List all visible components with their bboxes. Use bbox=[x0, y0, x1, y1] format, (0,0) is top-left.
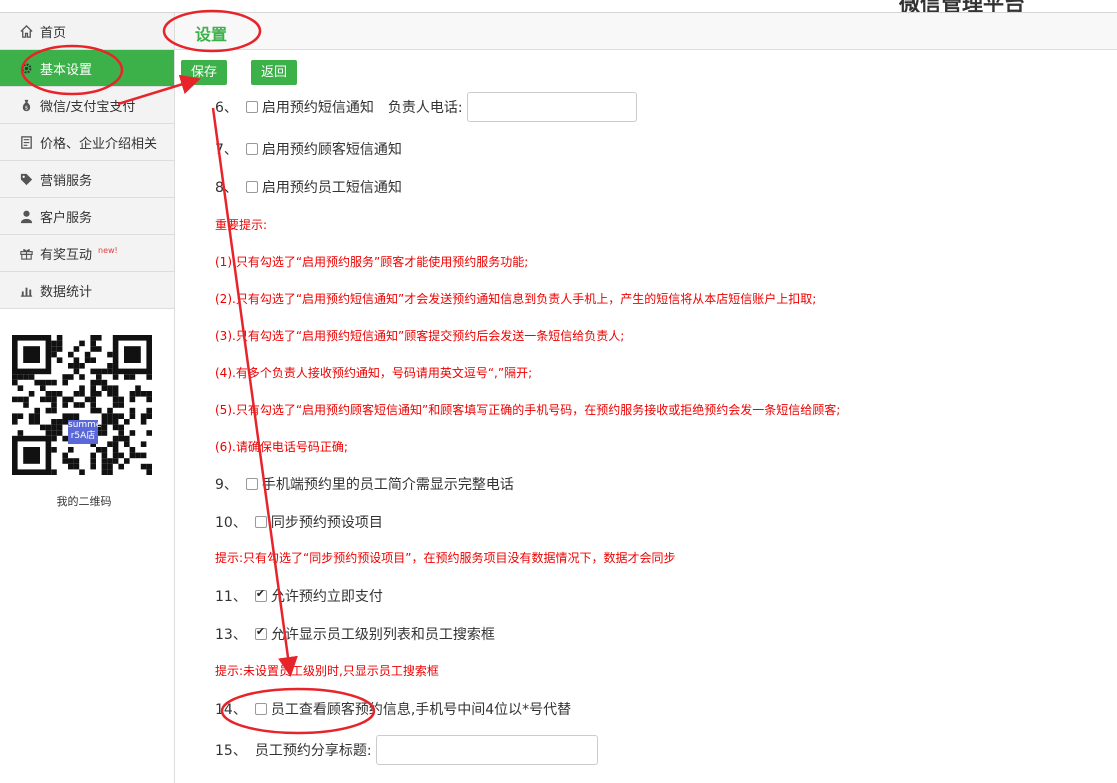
note-3: (3).只有勾选了“启用预约短信通知”顾客提交预约后会发送一条短信给负责人; bbox=[215, 329, 625, 343]
money-bag-icon: $ bbox=[18, 97, 35, 114]
note-4: (4).有多个负责人接收预约通知，号码请用英文逗号“,”隔开; bbox=[215, 366, 533, 380]
tip-staff-level: 提示:未设置员工级别时,只显示员工搜索框 bbox=[215, 664, 439, 678]
item-label: 员工预约分享标题: bbox=[254, 743, 372, 759]
sidebar-item-pricing[interactable]: 价格、企业介绍相关 bbox=[0, 124, 174, 161]
staff-sms-checkbox[interactable] bbox=[245, 181, 258, 193]
tip-sync-preset: 提示:只有勾选了“同步预约预设项目”，在预约服务项目没有数据情况下，数据才会同步 bbox=[215, 551, 676, 565]
setting-row-11: 11、 允许预约立即支付 bbox=[215, 586, 383, 606]
item-label: 启用预约短信通知 bbox=[261, 100, 374, 116]
instant-pay-checkbox[interactable] bbox=[254, 587, 267, 602]
qr-caption: 我的二维码 bbox=[56, 495, 112, 508]
sidebar-item-label: 有奖互动 bbox=[40, 247, 93, 263]
setting-row-9: 9、 手机端预约里的员工简介需显示完整电话 bbox=[215, 474, 514, 494]
item-number: 7、 bbox=[215, 142, 238, 158]
sidebar-item-label: 价格、企业介绍相关 bbox=[40, 136, 158, 152]
main-content: 设置 保存 返回 6、 启用预约短信通知 负责人电话: 7、 启用预约顾客短信通… bbox=[175, 13, 1117, 783]
phone-label: 负责人电话: bbox=[387, 100, 463, 116]
sidebar: 首页 基本设置 $ 微信/支付宝支付 价格、企业介绍相关 营销服务 客户服务 有… bbox=[0, 13, 175, 783]
item-label: 启用预约顾客短信通知 bbox=[261, 142, 402, 158]
note-1: (1).只有勾选了“启用预约服务”顾客才能使用预约服务功能; bbox=[215, 255, 529, 269]
tag-icon bbox=[18, 171, 35, 188]
top-bar: 微信管理平台 bbox=[0, 0, 1117, 13]
setting-row-10: 10、 同步预约预设项目 bbox=[215, 512, 383, 532]
item-label: 同步预约预设项目 bbox=[270, 515, 383, 531]
share-title-input[interactable] bbox=[375, 735, 598, 765]
item-number: 9、 bbox=[215, 477, 238, 493]
sidebar-item-interaction[interactable]: 有奖互动 new! bbox=[0, 235, 174, 272]
document-icon bbox=[18, 134, 35, 151]
setting-row-13: 13、 允许显示员工级别列表和员工搜索框 bbox=[215, 624, 495, 644]
setting-row-15: 15、 员工预约分享标题: bbox=[215, 735, 598, 765]
sidebar-item-statistics[interactable]: 数据统计 bbox=[0, 272, 174, 309]
item-number: 8、 bbox=[215, 180, 238, 196]
note-2: (2).只有勾选了“启用预约短信通知”才会发送预约通知信息到负责人手机上，产生的… bbox=[215, 292, 817, 306]
home-icon bbox=[18, 23, 35, 40]
sidebar-item-label: 数据统计 bbox=[40, 284, 93, 300]
item-label: 允许显示员工级别列表和员工搜索框 bbox=[270, 627, 495, 643]
item-number: 14、 bbox=[215, 702, 247, 718]
item-number: 11、 bbox=[215, 589, 247, 605]
bar-chart-icon bbox=[18, 282, 35, 299]
qr-center-label: summe r5A店 bbox=[68, 420, 101, 444]
sidebar-item-payment[interactable]: $ 微信/支付宝支付 bbox=[0, 87, 174, 124]
sidebar-item-home[interactable]: 首页 bbox=[0, 13, 174, 50]
qr-code-image bbox=[12, 335, 152, 475]
staff-level-checkbox[interactable] bbox=[254, 625, 267, 640]
item-number: 13、 bbox=[215, 627, 247, 643]
note-6: (6).请确保电话号码正确; bbox=[215, 440, 348, 454]
sidebar-item-label: 首页 bbox=[40, 25, 67, 41]
save-button[interactable]: 保存 bbox=[181, 60, 228, 85]
item-number: 15、 bbox=[215, 743, 247, 759]
item-number: 10、 bbox=[215, 515, 247, 531]
sms-notify-checkbox[interactable] bbox=[245, 101, 258, 113]
setting-row-7: 7、 启用预约顾客短信通知 bbox=[215, 139, 402, 159]
sidebar-nav: 首页 基本设置 $ 微信/支付宝支付 价格、企业介绍相关 营销服务 客户服务 有… bbox=[0, 13, 174, 309]
new-badge: new! bbox=[98, 245, 118, 255]
sidebar-item-basic-settings[interactable]: 基本设置 bbox=[0, 50, 174, 87]
page-title: 设置 bbox=[195, 25, 228, 44]
item-label: 允许预约立即支付 bbox=[270, 589, 383, 605]
gift-icon bbox=[18, 245, 35, 262]
customer-sms-checkbox[interactable] bbox=[245, 143, 258, 155]
setting-row-6: 6、 启用预约短信通知 负责人电话: bbox=[215, 92, 637, 122]
setting-row-8: 8、 启用预约员工短信通知 bbox=[215, 177, 402, 197]
page-header: 设置 bbox=[175, 13, 1117, 50]
notes-heading: 重要提示: bbox=[215, 218, 268, 232]
note-5: (5).只有勾选了“启用预约顾客短信通知”和顾客填写正确的手机号码，在预约服务接… bbox=[215, 403, 841, 417]
sidebar-item-marketing[interactable]: 营销服务 bbox=[0, 161, 174, 198]
owner-phone-input[interactable] bbox=[466, 92, 637, 122]
item-label: 启用预约员工短信通知 bbox=[261, 180, 402, 196]
sidebar-item-label: 客户服务 bbox=[40, 210, 93, 226]
gear-icon bbox=[18, 60, 35, 77]
setting-row-14: 14、 员工查看顾客预约信息,手机号中间4位以*号代替 bbox=[215, 699, 571, 719]
sidebar-item-label: 营销服务 bbox=[40, 173, 93, 189]
sync-preset-checkbox[interactable] bbox=[254, 516, 267, 528]
mask-phone-checkbox[interactable] bbox=[254, 703, 267, 715]
full-phone-checkbox[interactable] bbox=[245, 478, 258, 490]
sidebar-item-label: 微信/支付宝支付 bbox=[40, 99, 136, 115]
qr-code bbox=[12, 335, 152, 475]
brand-title: 微信管理平台 bbox=[899, 0, 1025, 13]
back-button[interactable]: 返回 bbox=[251, 60, 298, 85]
sidebar-item-label: 基本设置 bbox=[40, 62, 93, 78]
svg-text:$: $ bbox=[25, 105, 29, 111]
item-label: 员工查看顾客预约信息,手机号中间4位以*号代替 bbox=[270, 702, 572, 718]
item-label: 手机端预约里的员工简介需显示完整电话 bbox=[261, 477, 514, 493]
user-icon bbox=[18, 208, 35, 225]
sidebar-item-customer-service[interactable]: 客户服务 bbox=[0, 198, 174, 235]
item-number: 6、 bbox=[215, 100, 238, 116]
